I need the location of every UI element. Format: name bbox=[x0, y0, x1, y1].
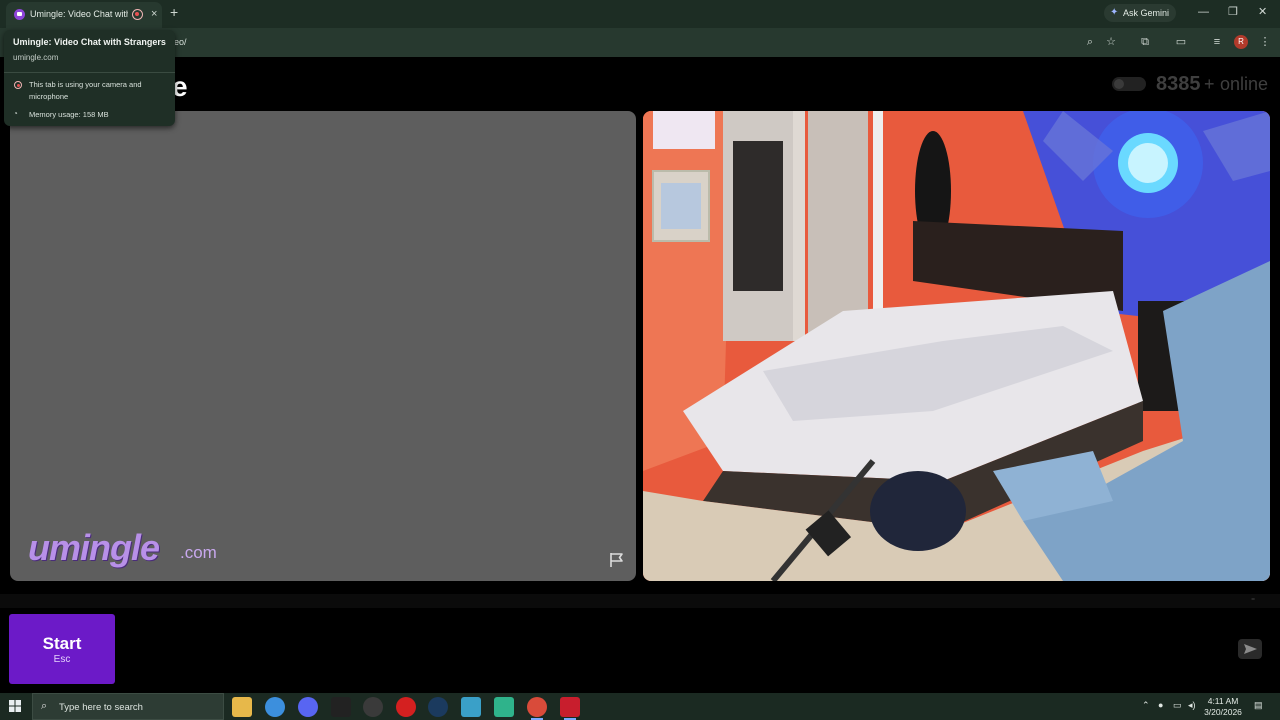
chrome-icon[interactable] bbox=[527, 697, 547, 720]
windows-start-icon[interactable] bbox=[9, 700, 21, 712]
zoom-icon[interactable]: ⌕ bbox=[1083, 35, 1097, 49]
file-explorer-icon[interactable] bbox=[232, 697, 252, 717]
online-label: online bbox=[1220, 74, 1269, 94]
taskbar-search-placeholder: Type here to search bbox=[59, 702, 143, 713]
notepad-icon[interactable] bbox=[461, 697, 481, 717]
browser-tab-umingle[interactable]: Umingle: Video Chat with Strangers × bbox=[6, 2, 162, 28]
microphone-icon[interactable]: ● bbox=[1158, 700, 1163, 710]
browser-tabstrip: Umingle: Video Chat with Strangers × + ✦… bbox=[0, 0, 1280, 28]
search-icon: ⌕ bbox=[41, 700, 48, 712]
online-plus: + bbox=[1204, 74, 1215, 94]
hover-card-memory: Memory usage: 158 MB bbox=[29, 110, 109, 119]
unity-icon[interactable] bbox=[331, 697, 351, 717]
self-camera-video bbox=[643, 111, 1270, 581]
cast-icon[interactable]: ▭ bbox=[1174, 35, 1188, 49]
online-count: 8385 bbox=[1156, 73, 1201, 95]
online-counter: 8385 + online bbox=[1112, 73, 1277, 97]
hover-card-camera-notice: This tab is using your camera and microp… bbox=[29, 80, 142, 101]
extensions-icon[interactable]: ⧉ bbox=[1138, 35, 1152, 49]
new-tab-button[interactable]: + bbox=[170, 5, 178, 19]
clock-date: 3/20/2026 bbox=[1204, 707, 1242, 717]
record-app-icon[interactable] bbox=[396, 697, 416, 717]
clock-time: 4:11 AM bbox=[1207, 696, 1239, 706]
start-shortcut: Esc bbox=[53, 654, 71, 665]
app-icon[interactable] bbox=[494, 697, 514, 717]
recording-icon bbox=[132, 9, 143, 20]
tab-hover-card: Umingle: Video Chat with Strangers uming… bbox=[4, 30, 175, 126]
ask-gemini-button[interactable]: ✦ Ask Gemini bbox=[1104, 4, 1176, 22]
close-window-button[interactable]: ✕ bbox=[1258, 6, 1267, 18]
report-flag-icon[interactable] bbox=[608, 551, 626, 569]
hover-card-divider bbox=[4, 72, 175, 73]
network-icon[interactable]: ▭ bbox=[1173, 700, 1182, 711]
minimize-button[interactable]: — bbox=[1198, 6, 1209, 18]
hover-card-title: Umingle: Video Chat with Strangers bbox=[13, 37, 166, 47]
start-button[interactable]: Start Esc bbox=[9, 614, 115, 684]
gemini-spark-icon: ✦ bbox=[1110, 7, 1119, 18]
close-tab-button[interactable]: × bbox=[151, 7, 157, 21]
recording-icon bbox=[14, 81, 22, 89]
memory-icon: ◔ bbox=[13, 109, 18, 118]
taskbar-search[interactable]: ⌕ Type here to search bbox=[32, 693, 224, 720]
capture-app-icon[interactable] bbox=[560, 697, 580, 720]
camera-feed-image bbox=[643, 111, 1270, 581]
hover-card-domain: umingle.com bbox=[13, 53, 59, 62]
chat-input[interactable] bbox=[124, 614, 1270, 684]
volume-icon[interactable]: ◂) bbox=[1188, 700, 1196, 711]
star-icon[interactable]: ☆ bbox=[1104, 35, 1118, 49]
obs-icon[interactable] bbox=[363, 697, 383, 717]
address-bar-text[interactable]: eo/ bbox=[174, 37, 187, 47]
discord-icon[interactable] bbox=[298, 697, 318, 717]
taskbar-clock[interactable]: 4:11 AM 3/20/2026 bbox=[1198, 696, 1248, 718]
windows-taskbar: ⌕ Type here to search ⌃ ● ▭ ◂) 4:11 AM 3… bbox=[0, 693, 1280, 720]
profile-avatar[interactable]: R bbox=[1234, 35, 1248, 49]
tab-title: Umingle: Video Chat with Strangers bbox=[30, 9, 128, 19]
umingle-wordmark: umingle bbox=[28, 527, 160, 568]
browser-toolbar: eo/ ⌕ ☆ ⧉ ▭ ≡ R ⋮ bbox=[0, 28, 1280, 57]
copilot-icon[interactable] bbox=[265, 697, 285, 717]
restore-button[interactable]: ❐ bbox=[1228, 6, 1238, 18]
divider-bar bbox=[0, 594, 1280, 608]
umingle-favicon-icon bbox=[14, 9, 25, 20]
steam-icon[interactable] bbox=[428, 697, 448, 717]
ask-gemini-label: Ask Gemini bbox=[1123, 8, 1170, 18]
page-content: e 8385 + online umingle .com ⁼ Start Esc bbox=[0, 57, 1280, 693]
resize-handle-icon[interactable]: ⁼ bbox=[1251, 596, 1261, 605]
stranger-video: umingle .com bbox=[10, 111, 636, 581]
start-label: Start bbox=[42, 634, 82, 653]
media-icon[interactable]: ≡ bbox=[1210, 35, 1224, 49]
theme-toggle[interactable] bbox=[1112, 77, 1146, 91]
send-icon[interactable] bbox=[1238, 639, 1262, 659]
umingle-wordmark-suffix: .com bbox=[180, 543, 217, 562]
notifications-icon[interactable]: ▤ bbox=[1254, 700, 1263, 711]
menu-icon[interactable]: ⋮ bbox=[1258, 35, 1272, 49]
tray-chevron-icon[interactable]: ⌃ bbox=[1142, 700, 1150, 711]
